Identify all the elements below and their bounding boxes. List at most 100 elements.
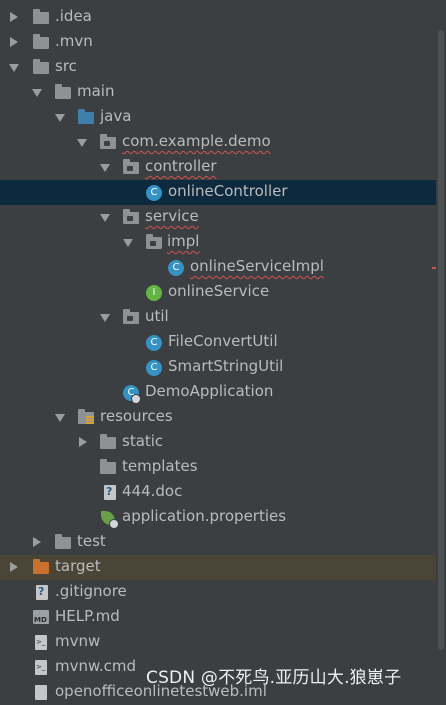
tree-item-util[interactable]: util <box>0 305 446 330</box>
tree-item-label: .mvn <box>55 32 93 50</box>
folder-icon <box>33 34 49 49</box>
tree-item-templates[interactable]: templates <box>0 455 446 480</box>
expand-arrow-icon[interactable] <box>10 37 18 47</box>
tree-item-java[interactable]: java <box>0 105 446 130</box>
collapse-arrow-icon[interactable] <box>100 164 110 172</box>
tree-item-label: main <box>77 82 115 100</box>
tree-item-label: onlineController <box>168 182 288 200</box>
collapse-arrow-icon[interactable] <box>100 314 110 322</box>
class-icon: C <box>146 185 162 201</box>
tree-item-label: SmartStringUtil <box>168 357 284 375</box>
tree-item-label: target <box>55 557 101 575</box>
shell-file-icon <box>35 660 47 675</box>
tree-item-com-example-demo[interactable]: com.example.demo <box>0 130 446 155</box>
excluded-folder-icon <box>33 559 49 574</box>
tree-item-help-md[interactable]: HELP.md <box>0 605 446 630</box>
collapse-arrow-icon[interactable] <box>100 214 110 222</box>
tree-item-demo-application[interactable]: C DemoApplication <box>0 380 446 405</box>
tree-item-application-properties[interactable]: application.properties <box>0 505 446 530</box>
package-icon <box>123 159 139 174</box>
tree-item-smart-string-util[interactable]: C SmartStringUtil <box>0 355 446 380</box>
watermark: CSDN @不死鸟.亚历山大.狼崽子 <box>146 668 402 688</box>
tree-item-target[interactable]: target <box>0 555 446 580</box>
folder-icon <box>33 59 49 74</box>
tree-item-label: service <box>145 207 199 225</box>
tree-item-online-service[interactable]: I onlineService <box>0 280 446 305</box>
folder-icon <box>55 84 71 99</box>
tree-item-static[interactable]: static <box>0 430 446 455</box>
tree-item-label: .idea <box>55 7 92 25</box>
project-tree: .idea .mvn src main java com.example.dem… <box>0 0 446 700</box>
tree-item-label: FileConvertUtil <box>168 332 278 350</box>
expand-arrow-icon[interactable] <box>79 437 87 447</box>
package-icon <box>146 234 162 249</box>
tree-item-label: src <box>55 57 77 75</box>
tree-item-resources[interactable]: resources <box>0 405 446 430</box>
class-icon: C <box>146 360 162 376</box>
collapse-arrow-icon[interactable] <box>9 64 19 72</box>
collapse-arrow-icon[interactable] <box>32 89 42 97</box>
vertical-scrollbar[interactable] <box>436 0 446 694</box>
tree-item-label: static <box>122 432 164 450</box>
package-icon <box>123 309 139 324</box>
tree-item-controller[interactable]: controller <box>0 155 446 180</box>
tree-item-service[interactable]: service <box>0 205 446 230</box>
tree-item-mvn[interactable]: .mvn <box>0 30 446 55</box>
tree-item-file-convert-util[interactable]: C FileConvertUtil <box>0 330 446 355</box>
folder-icon <box>100 459 116 474</box>
unknown-file-icon <box>36 585 48 600</box>
tree-item-label: controller <box>145 157 217 175</box>
folder-icon <box>55 534 71 549</box>
source-folder-icon <box>78 109 94 124</box>
gear-badge-icon <box>109 519 119 529</box>
tree-item-444-doc[interactable]: 444.doc <box>0 480 446 505</box>
tree-item-label: com.example.demo <box>122 132 271 150</box>
expand-arrow-icon[interactable] <box>10 12 18 22</box>
run-badge-icon <box>131 394 141 404</box>
tree-item-label: mvnw.cmd <box>55 657 137 675</box>
shell-file-icon <box>35 635 47 650</box>
folder-icon <box>33 9 49 24</box>
folder-icon <box>100 434 116 449</box>
module-file-icon <box>35 685 47 700</box>
unknown-file-icon <box>104 485 116 500</box>
tree-item-label: .gitignore <box>55 582 127 600</box>
tree-item-idea[interactable]: .idea <box>0 5 446 30</box>
tree-item-gitignore[interactable]: .gitignore <box>0 580 446 605</box>
tree-item-label: HELP.md <box>55 607 120 625</box>
tree-item-label: DemoApplication <box>145 382 274 400</box>
tree-item-online-service-impl[interactable]: C onlineServiceImpl <box>0 255 446 280</box>
markdown-file-icon <box>33 610 49 624</box>
collapse-arrow-icon[interactable] <box>123 239 133 247</box>
tree-item-label: impl <box>167 232 200 250</box>
scrollbar-thumb[interactable] <box>438 30 444 650</box>
tree-item-label: onlineServiceImpl <box>190 257 324 275</box>
project-root-row-partial[interactable] <box>30 0 310 1</box>
tree-item-mvnw[interactable]: mvnw <box>0 630 446 655</box>
expand-arrow-icon[interactable] <box>33 537 41 547</box>
tree-item-label: templates <box>122 457 198 475</box>
collapse-arrow-icon[interactable] <box>55 414 65 422</box>
class-icon: C <box>168 260 184 276</box>
package-icon <box>123 209 139 224</box>
tree-item-online-controller[interactable]: C onlineController <box>0 180 446 205</box>
tree-item-main[interactable]: main <box>0 80 446 105</box>
expand-arrow-icon[interactable] <box>10 562 18 572</box>
tree-item-label: java <box>100 107 132 125</box>
tree-item-label: mvnw <box>55 632 101 650</box>
interface-icon: I <box>146 285 162 301</box>
collapse-arrow-icon[interactable] <box>55 114 65 122</box>
tree-item-test[interactable]: test <box>0 530 446 555</box>
collapse-arrow-icon[interactable] <box>77 139 87 147</box>
tree-item-label: onlineService <box>168 282 270 300</box>
tree-item-label: resources <box>100 407 173 425</box>
tree-item-impl[interactable]: impl <box>0 230 446 255</box>
resources-folder-icon <box>78 409 94 424</box>
package-icon <box>100 134 116 149</box>
tree-item-label: test <box>77 532 106 550</box>
class-icon: C <box>146 335 162 351</box>
tree-item-src[interactable]: src <box>0 55 446 80</box>
tree-item-label: 444.doc <box>122 482 183 500</box>
tree-item-label: application.properties <box>122 507 287 525</box>
tree-item-label: util <box>145 307 169 325</box>
